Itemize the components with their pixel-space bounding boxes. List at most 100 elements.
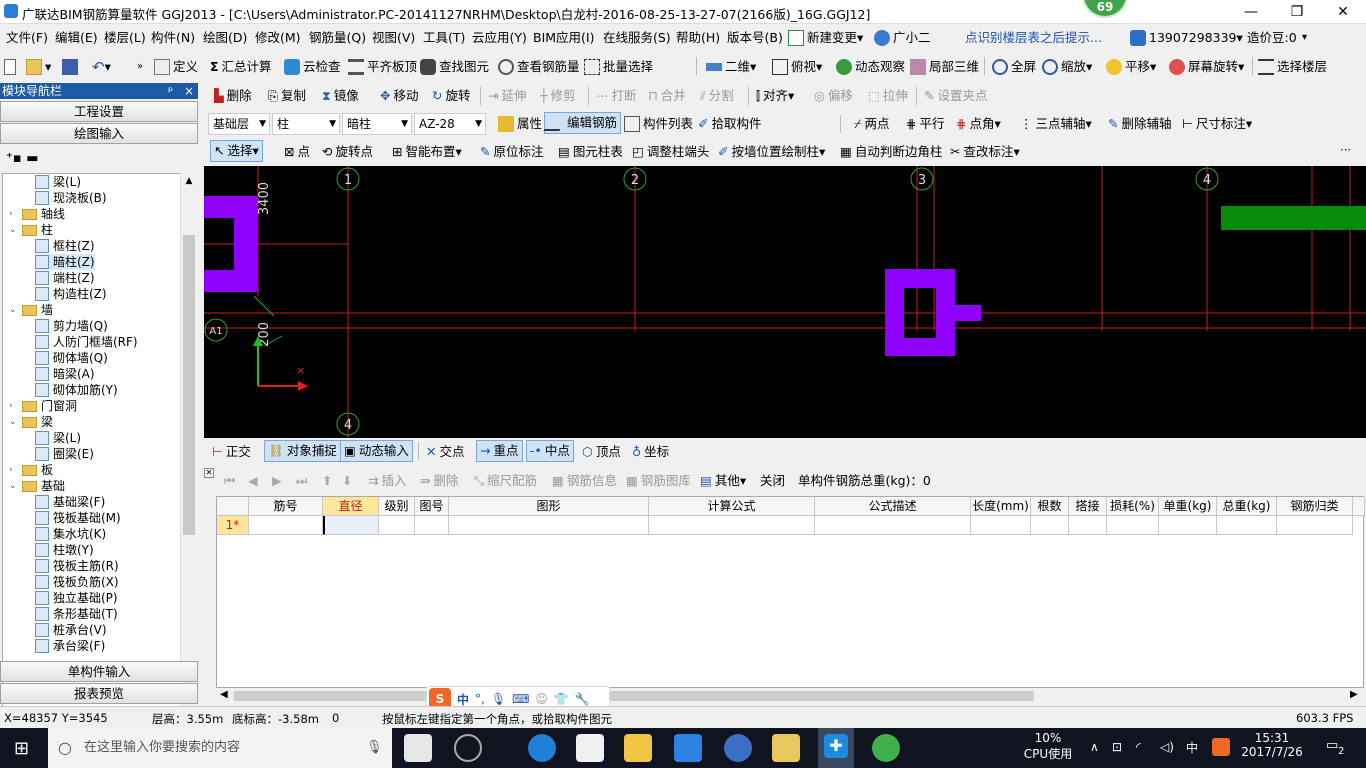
offset-button[interactable]: ◎ 偏移 [814, 84, 853, 108]
two-points-button[interactable]: ⌿ 两点 [854, 112, 890, 136]
point-angle-dropdown[interactable]: ⋕ 点角 ▾ [956, 112, 1001, 136]
tree-expander-icon[interactable]: ⌄ [9, 222, 19, 238]
component-type-select[interactable]: 柱 ▼ [272, 113, 340, 135]
wifi-icon[interactable]: ◜ [1136, 740, 1141, 754]
menu-new-change[interactable]: 新建变更 ▾ [788, 25, 863, 51]
tree-item[interactable]: 筏板负筋(X) [35, 574, 119, 590]
menu-help[interactable]: 帮助(H) [676, 25, 720, 51]
edit-annotation-dropdown[interactable]: ✂ 查改标注 ▾ [950, 140, 1020, 164]
tree-item[interactable]: 暗梁(A) [35, 366, 95, 382]
col-length[interactable]: 长度(mm) [971, 497, 1031, 516]
green-app-icon[interactable] [872, 734, 900, 762]
align-slab-top-button[interactable]: 平齐板顶 [348, 55, 417, 79]
insert-row-button[interactable]: ⇉ 插入 [368, 469, 407, 493]
wrench-icon[interactable]: 🔧 [575, 692, 590, 706]
tree-item[interactable]: 基础梁(F) [35, 494, 105, 510]
close-button[interactable]: ✕ [1320, 0, 1366, 24]
drawing-input-button[interactable]: 绘图输入 [0, 123, 198, 144]
tree-item[interactable]: 条形基础(T) [35, 606, 118, 622]
tree-folder[interactable]: › 门窗洞 [9, 398, 77, 414]
tree-item[interactable]: 筏板主筋(R) [35, 558, 119, 574]
cell-total-weight[interactable] [1217, 516, 1277, 535]
break-button[interactable]: ⋯ 打断 [596, 84, 637, 108]
col-bar-number[interactable]: 筋号 [249, 497, 323, 516]
point-tool-button[interactable]: ⊠ 点 [284, 140, 310, 164]
cell-figure-no[interactable] [415, 516, 449, 535]
extend-button[interactable]: ⇥ 延伸 [488, 84, 527, 108]
glodon-app-icon[interactable] [724, 734, 752, 762]
merge-button[interactable]: ⊓ 合并 [648, 84, 686, 108]
scroll-right-arrow[interactable]: ▶ [1350, 689, 1358, 700]
cpu-usage[interactable]: 10% CPU使用 [1020, 731, 1076, 762]
drawing-canvas[interactable]: 1 2 3 4 4 A1 3400 200 × [204, 166, 1366, 438]
tree-expander-icon[interactable]: › [9, 462, 19, 478]
sogou-tray-icon[interactable] [1212, 738, 1230, 756]
cell-diameter[interactable] [323, 516, 379, 535]
menu-floor[interactable]: 楼层(L) [104, 25, 146, 51]
panel-close-icon[interactable]: ✕ [204, 468, 214, 478]
col-shape[interactable]: 图形 [449, 497, 649, 516]
notes-icon[interactable] [772, 734, 800, 762]
rebar-info-button[interactable]: ▦ 钢筋信息 [552, 469, 617, 493]
component-list-button[interactable]: 构件列表 [624, 112, 693, 136]
tree-folder[interactable]: › 板 [9, 462, 53, 478]
tree-item[interactable]: 集水坑(K) [35, 526, 106, 542]
tree-item[interactable]: 现浇板(B) [35, 190, 107, 206]
tree-expander-icon[interactable]: ⌄ [9, 414, 19, 430]
tree-item[interactable]: 筏板基础(M) [35, 510, 121, 526]
tree-item[interactable]: 框柱(Z) [35, 238, 95, 254]
app-icon-spiral[interactable] [454, 734, 482, 762]
define-button[interactable]: 定义 [154, 55, 198, 79]
tree-folder[interactable]: › 轴线 [9, 206, 65, 222]
menu-cloud[interactable]: 云应用(Y) [472, 25, 527, 51]
scale-rebar-button[interactable]: ⤡ 缩尺配筋 [474, 469, 537, 493]
col-loss[interactable]: 损耗(%) [1107, 497, 1159, 516]
tree-folder[interactable]: ⌄ 柱 [9, 222, 53, 238]
menu-guangxiaoer[interactable]: 广小二 [874, 25, 931, 51]
summary-calc-button[interactable]: Σ 汇总计算 [210, 55, 272, 79]
delete-aux-axis-button[interactable]: ✎ 删除辅轴 [1108, 112, 1172, 136]
store-icon[interactable] [576, 734, 604, 762]
move-down-button[interactable]: ⬇ [342, 469, 352, 493]
scroll-left-arrow[interactable]: ◀ [220, 689, 228, 700]
cell-grade[interactable] [379, 516, 415, 535]
cell-unit-weight[interactable] [1159, 516, 1217, 535]
cell-count[interactable] [1031, 516, 1069, 535]
tree-item[interactable]: 梁(L) [35, 430, 81, 446]
taskbar-search-box[interactable]: ○ 在这里输入你要搜索的内容 🎙 [48, 728, 392, 768]
dimension-dropdown[interactable]: ⊢ 尺寸标注 ▾ [1182, 112, 1252, 136]
snap-endpoint[interactable]: → 重点 [476, 440, 523, 462]
snap-coordinate[interactable]: ♁ 坐标 [632, 440, 669, 464]
menu-draw[interactable]: 绘图(D) [203, 25, 247, 51]
tree-expander-icon[interactable]: ⌄ [9, 478, 19, 494]
tree-item[interactable]: 端柱(Z) [35, 270, 95, 286]
project-settings-button[interactable]: 工程设置 [0, 101, 198, 122]
glodon-g-icon[interactable] [674, 734, 702, 762]
toolbar-more[interactable]: ⋯ [1340, 143, 1351, 156]
smart-layout-dropdown[interactable]: ⊞ 智能布置 ▾ [392, 140, 462, 164]
object-snap-toggle[interactable]: ⛓ 对象捕捉 [264, 440, 341, 462]
tree-item[interactable]: 独立基础(P) [35, 590, 118, 606]
tree-item[interactable]: 圈梁(E) [35, 446, 94, 462]
in-place-annotation-button[interactable]: ✎ 原位标注 [480, 140, 544, 164]
local-3d-button[interactable]: 局部三维 [910, 55, 979, 79]
minimize-button[interactable]: — [1228, 0, 1274, 24]
column-table-button[interactable]: ▤ 图元柱表 [558, 140, 623, 164]
cell-loss[interactable] [1107, 516, 1159, 535]
tree-item[interactable]: 剪力墙(Q) [35, 318, 108, 334]
col-formula[interactable]: 计算公式 [649, 497, 815, 516]
prev-record-button[interactable]: ◀ [248, 469, 258, 493]
batch-select-button[interactable]: 批量选择 [584, 55, 653, 79]
menu-tools[interactable]: 工具(T) [423, 25, 465, 51]
rotate-point-button[interactable]: ⟲ 旋转点 [322, 140, 373, 164]
row-header[interactable]: 1* [217, 516, 249, 535]
nav-close-button[interactable]: × [184, 83, 194, 99]
clock[interactable]: 15:31 2017/7/26 [1240, 731, 1304, 759]
tree-item[interactable]: 桩承台(V) [35, 622, 107, 638]
maximize-button[interactable]: ❐ [1274, 0, 1320, 24]
view-rebar-qty-button[interactable]: 查看钢筋量 [498, 55, 580, 79]
cell-shape[interactable] [449, 516, 649, 535]
component-item-select[interactable]: AZ-28 ▼ [414, 113, 486, 135]
ggj-active-app[interactable]: ✚ [818, 728, 854, 768]
dynamic-input-toggle[interactable]: ▣ 动态输入 [340, 440, 413, 462]
